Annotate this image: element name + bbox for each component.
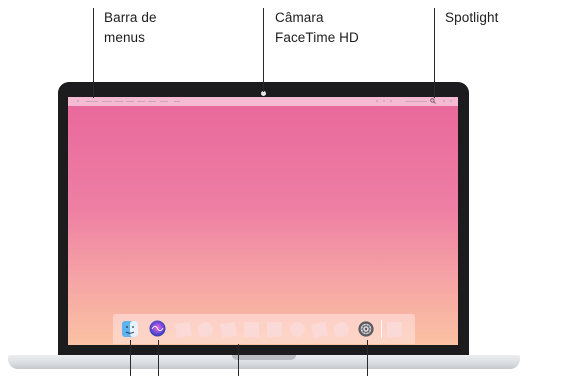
menu-item: [160, 101, 168, 102]
callout-spotlight: Spotlight: [445, 10, 499, 25]
dock-app-placeholder: [267, 322, 282, 337]
leader-system-preferences: [367, 340, 368, 376]
menu-bar: [68, 97, 458, 106]
leader-spotlight: [434, 8, 435, 98]
laptop-notch: [232, 355, 296, 360]
menu-item: [86, 101, 98, 102]
notification-icon: [450, 100, 452, 102]
control-center-icon: [443, 100, 445, 102]
leader-camera: [263, 8, 264, 92]
leader-siri: [158, 340, 159, 376]
dock-app-placeholder: [244, 322, 259, 337]
callout-facetime-camera: Câmara FaceTime HD: [275, 10, 359, 45]
leader-menu-bar: [93, 8, 94, 98]
leader-dock: [238, 344, 239, 376]
finder-icon: [122, 321, 138, 337]
gear-icon: [358, 321, 374, 337]
menu-item: [137, 101, 145, 102]
dock-downloads-stack: [387, 322, 402, 337]
siri-icon: [149, 320, 166, 337]
status-icon: [383, 100, 385, 102]
callout-menu-bar: Barra de menus: [104, 10, 157, 45]
dock-app-placeholder: [334, 322, 349, 337]
dock-separator: [381, 320, 382, 338]
dock-app-placeholder: [198, 322, 213, 337]
menu-item: [148, 101, 156, 102]
dock-app-placeholder: [290, 322, 305, 337]
dock-app-placeholder: [175, 322, 192, 338]
menu-item: [126, 101, 134, 102]
laptop-screen: [68, 97, 458, 345]
dock-app-placeholder: [310, 321, 329, 339]
apple-menu-icon: [77, 100, 79, 102]
dock-app-placeholder: [219, 321, 238, 339]
leader-finder: [130, 340, 131, 376]
menu-bar-clock: [405, 101, 427, 102]
menu-item: [102, 101, 112, 102]
status-icon: [390, 100, 392, 102]
status-icon: [376, 100, 378, 102]
menu-item: [174, 101, 180, 102]
menu-item: [115, 101, 123, 102]
search-icon: [430, 98, 436, 104]
